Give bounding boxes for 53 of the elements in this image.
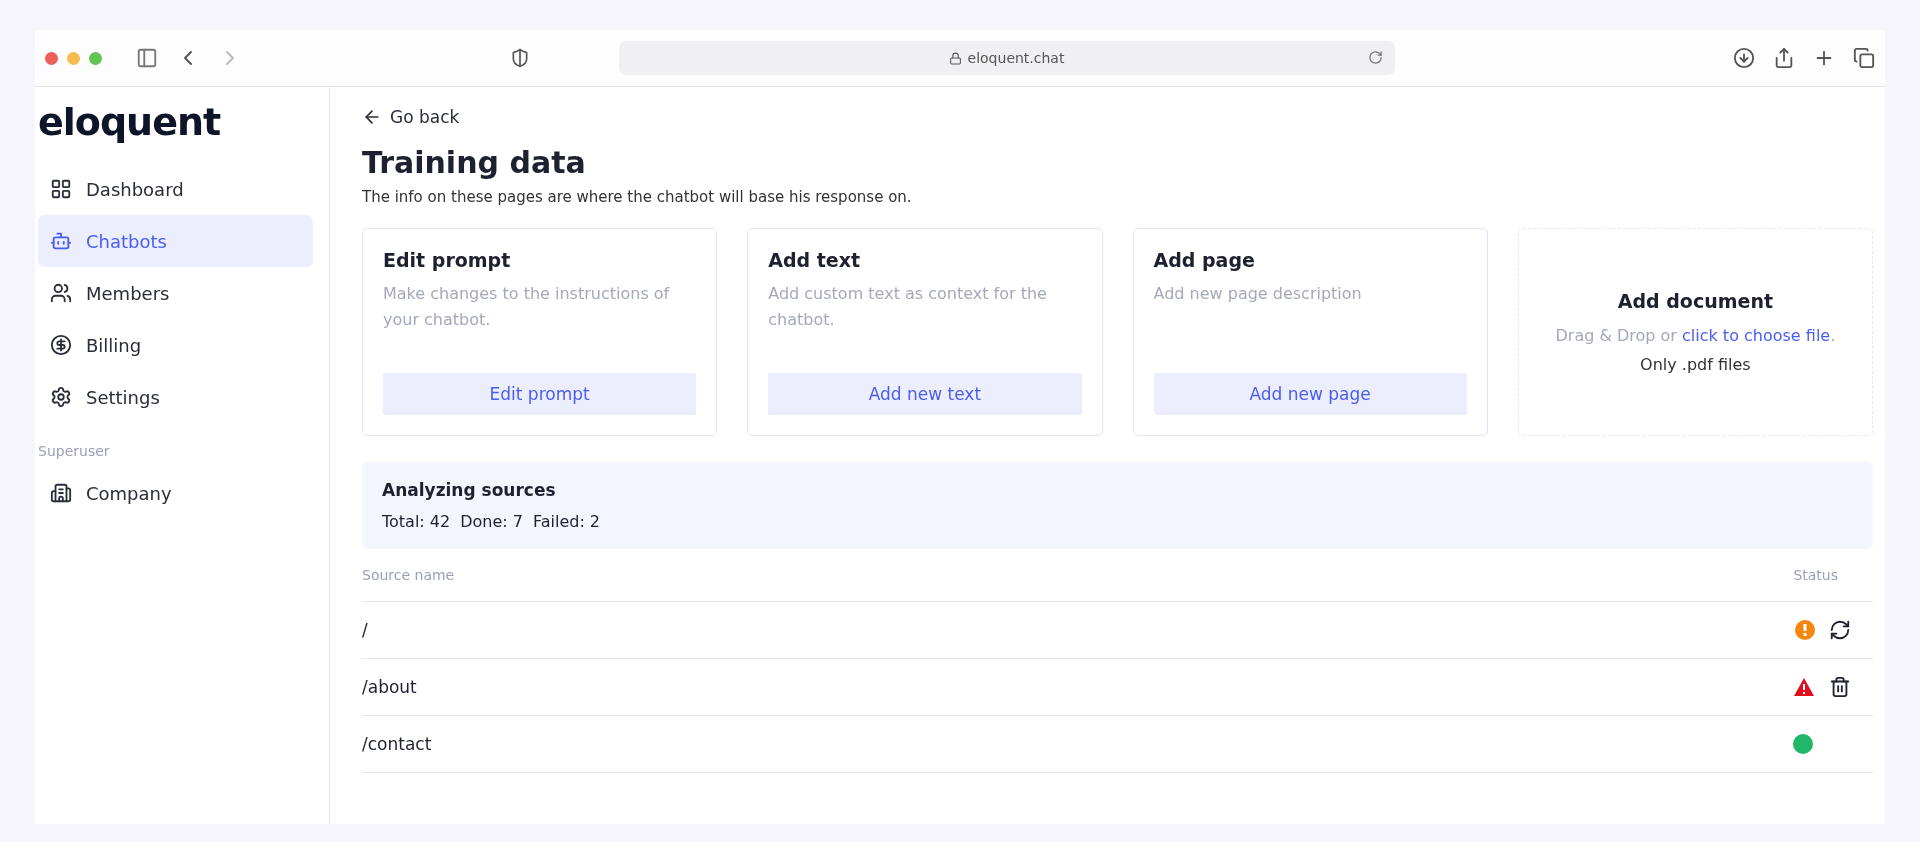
card-button[interactable]: Add new page <box>1153 373 1467 415</box>
stat-text: Total: 42 <box>382 512 451 531</box>
stat-text: Failed: 2 <box>532 512 601 531</box>
refresh-icon[interactable] <box>1829 619 1851 641</box>
sidebar-item[interactable]: Dashboard <box>38 163 313 215</box>
card-title: Add page <box>1153 249 1256 271</box>
card-description: Add new page description <box>1153 283 1363 305</box>
card-title: Add text <box>768 249 862 271</box>
page-title: Training data <box>362 145 587 180</box>
upload-hint: Drag & Drop or click to choose file. <box>1555 326 1836 345</box>
reload-icon[interactable] <box>1367 50 1383 65</box>
source-name: /contact <box>362 734 432 754</box>
page-subtitle: The info on these pages are where the chatbot will base his response on. <box>362 188 913 206</box>
maximize-window-dot[interactable] <box>89 51 102 65</box>
trash-icon[interactable] <box>1829 676 1851 698</box>
go-back-link[interactable]: Go back <box>362 107 460 127</box>
address-bar[interactable]: eloquent.chat <box>618 41 1395 75</box>
robot-icon <box>50 230 72 252</box>
sidebar-item[interactable]: Company <box>38 467 313 519</box>
download-icon[interactable] <box>1733 47 1755 69</box>
settings-icon <box>50 386 72 408</box>
sidebar-item[interactable]: Members <box>38 267 313 319</box>
stat-text: Done: 7 <box>460 512 523 531</box>
lock-icon <box>948 51 962 65</box>
minimize-window-dot[interactable] <box>67 51 80 65</box>
column-header: Source name <box>362 567 455 583</box>
people-icon <box>50 282 72 304</box>
sidebar-item[interactable]: Billing <box>38 319 313 371</box>
card-title: Add document <box>1617 290 1773 312</box>
source-name: /about <box>362 677 417 697</box>
column-header: Status <box>1793 567 1838 583</box>
tabs-icon[interactable] <box>1853 47 1875 69</box>
sidebar-item[interactable]: Chatbots <box>38 215 313 267</box>
logo: eloquent <box>38 103 222 141</box>
card-button[interactable]: Edit prompt <box>383 373 697 415</box>
source-name: / <box>362 620 368 640</box>
choose-file-link[interactable]: click to choose file <box>1682 326 1831 345</box>
card-button[interactable]: Add new text <box>768 373 1082 415</box>
close-window-dot[interactable] <box>45 51 58 65</box>
coin-icon <box>50 334 72 356</box>
dashboard-icon <box>50 178 72 200</box>
building-icon <box>50 482 72 504</box>
file-type-note: Only .pdf files <box>1640 355 1751 374</box>
share-icon[interactable] <box>1773 47 1795 69</box>
panel-title: Analyzing sources <box>382 480 557 500</box>
upload-dropzone[interactable]: Add document Drag & Drop or click to choose file. Only .pdf files <box>1517 228 1873 436</box>
sidebar-item[interactable]: Settings <box>38 371 313 423</box>
card-title: Edit prompt <box>383 249 512 271</box>
shield-icon[interactable] <box>510 48 530 68</box>
card-description: Make changes to the instructions of your chatbot. <box>383 283 671 331</box>
sidebar-toggle-icon[interactable] <box>136 47 158 69</box>
card-description: Add custom text as context for the chatbot. <box>768 283 1048 331</box>
section-label: Superuser <box>38 443 111 459</box>
